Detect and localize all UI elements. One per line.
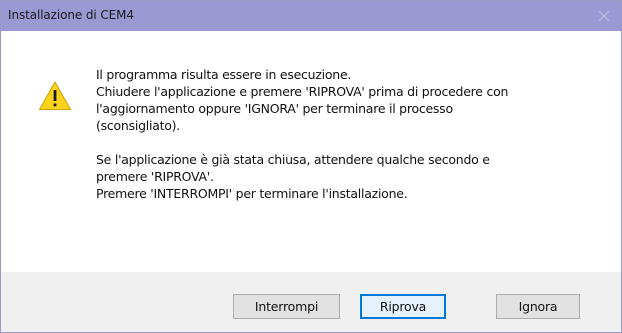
retry-button[interactable]: Riprova [360, 294, 446, 319]
message-line: Chiudere l'applicazione e premere 'RIPRO… [96, 84, 509, 99]
message-line: Il programma risulta essere in esecuzion… [96, 67, 352, 82]
title-bar[interactable]: Installazione di CEM4 [1, 1, 621, 31]
warning-icon [38, 80, 72, 112]
message-line: l'aggiornamento oppure 'IGNORA' per term… [96, 101, 453, 116]
message-line: (sconsigliato). [96, 118, 181, 133]
message-paragraph-1: Il programma risulta essere in esecuzion… [96, 66, 606, 134]
message-line: Se l'applicazione è già stata chiusa, at… [96, 152, 490, 167]
dialog-content: Il programma risulta essere in esecuzion… [1, 31, 621, 272]
abort-button[interactable]: Interrompi [233, 294, 340, 319]
button-bar: Interrompi Riprova Ignora [1, 272, 621, 332]
message-line: premere 'RIPROVA'. [96, 169, 214, 184]
window-title: Installazione di CEM4 [8, 8, 134, 22]
message-paragraph-2: Se l'applicazione è già stata chiusa, at… [96, 151, 606, 202]
close-icon[interactable] [591, 3, 617, 29]
message-text: Il programma risulta essere in esecuzion… [96, 66, 606, 219]
ignore-button[interactable]: Ignora [496, 294, 580, 319]
message-line: Premere 'INTERROMPI' per terminare l'ins… [96, 186, 408, 201]
installer-dialog: Installazione di CEM4 Il programma risul… [0, 0, 622, 333]
